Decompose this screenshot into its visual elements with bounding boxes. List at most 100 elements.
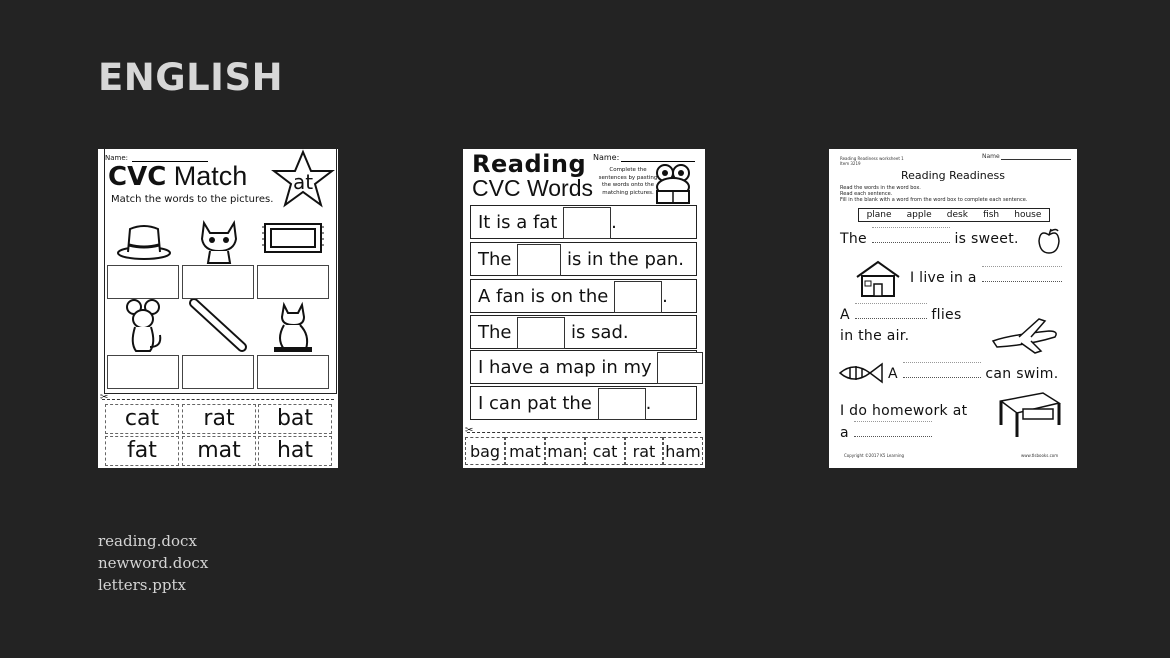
sentence-text: I have a map in my: [478, 357, 652, 378]
sentence-text: .: [611, 212, 617, 233]
cut-line: [467, 432, 701, 433]
answer-box[interactable]: [107, 355, 179, 389]
rat-picture-icon: [563, 207, 612, 239]
house-icon: [856, 260, 900, 297]
word-card[interactable]: fat: [105, 436, 179, 466]
file-list: reading.docx newword.docx letters.pptx: [98, 530, 208, 596]
desk-icon: [999, 392, 1061, 437]
sentence-3: A flies: [840, 303, 962, 323]
answer-box[interactable]: [182, 265, 254, 299]
sentence-2: I live in a: [910, 266, 1062, 286]
blank-line: [981, 266, 1062, 282]
sentence-text: The: [478, 249, 512, 270]
hat-icon: [117, 225, 171, 260]
instructions: Read the words in the word box. Read eac…: [840, 185, 1027, 203]
sentence-text: The: [840, 231, 867, 247]
blank-line: [854, 303, 927, 319]
sentence-5: I do homework at: [840, 403, 968, 419]
word-card[interactable]: bag: [465, 437, 505, 465]
worksheet-title: Reading Readiness: [900, 169, 1006, 182]
worksheet-reading-cvc-words-image[interactable]: Reading CVC Words Name: Complete the sen…: [463, 149, 705, 468]
word-bank: plane apple desk fish house: [858, 208, 1050, 222]
sentence-text: I live in a: [910, 270, 977, 286]
bag-picture-icon: [657, 352, 704, 384]
sentence-text: A: [888, 366, 898, 382]
rat-icon: [126, 299, 162, 352]
name-line: [1001, 159, 1071, 160]
airplane-icon: [991, 318, 1057, 354]
sentence-text: flies: [931, 307, 962, 323]
worksheet-cvc-match-image[interactable]: Name: CVC Match at Match the words to th…: [98, 149, 338, 468]
bat-icon: [189, 299, 247, 352]
sentence-text: .: [703, 357, 705, 378]
word-bank-item: house: [1014, 210, 1042, 220]
name-label: Name:: [593, 153, 620, 162]
instructions: Complete the sentences by pasting the wo…: [598, 167, 658, 196]
word-card[interactable]: ham: [663, 437, 703, 465]
file-link-letters[interactable]: letters.pptx: [98, 574, 208, 596]
sentence-text: .: [662, 286, 668, 307]
sentence-5-line-2: a: [840, 421, 932, 441]
sentence-row: I have a map in my .: [470, 350, 705, 384]
scissors-icon: ✂: [465, 425, 474, 436]
sentence-row: I can pat the .: [470, 386, 697, 420]
sentence-text: A fan is on the: [478, 286, 609, 307]
sentence-text: The: [478, 322, 512, 343]
word-bank-item: desk: [946, 210, 968, 220]
scissors-icon: ✂: [100, 392, 109, 403]
man-picture-icon: [517, 317, 566, 349]
sentence-text: can swim.: [985, 366, 1059, 382]
sentence-text: A: [840, 307, 850, 323]
footer-left: Copyright ©2017 K5 Learning: [844, 453, 905, 458]
sentence-1: The is sweet.: [840, 227, 1019, 247]
sentence-text: I can pat the: [478, 393, 592, 414]
word-bank-item: apple: [906, 210, 932, 220]
blank-line: [871, 227, 950, 243]
word-card[interactable]: bat: [258, 404, 332, 434]
sentence-row: The is sad.: [470, 315, 697, 349]
worksheet-title: Reading: [472, 150, 587, 178]
word-card[interactable]: mat: [505, 437, 545, 465]
word-bank-item: plane: [866, 210, 892, 220]
worksheet-reading-readiness-image[interactable]: Reading Readiness worksheet 1 Item 3219 …: [829, 149, 1077, 468]
sentence-row: A fan is on the .: [470, 279, 697, 313]
word-bank-item: fish: [983, 210, 1000, 220]
word-card[interactable]: rat: [625, 437, 663, 465]
word-card[interactable]: mat: [182, 436, 256, 466]
sentence-text: is sweet.: [954, 231, 1019, 247]
cat-on-mat-icon: [274, 301, 312, 352]
sentence-3-line-2: in the air.: [840, 328, 910, 344]
file-link-reading[interactable]: reading.docx: [98, 530, 208, 552]
word-card[interactable]: rat: [182, 404, 256, 434]
apple-icon: [1038, 228, 1060, 254]
sentence-text: a: [840, 425, 849, 441]
cat-icon: [200, 220, 238, 264]
name-line: [621, 161, 695, 162]
sentence-row: The is in the pan.: [470, 242, 697, 276]
frog-reading-icon: [656, 164, 690, 204]
cat-picture-icon: [597, 388, 646, 420]
sentence-row: It is a fat .: [470, 205, 697, 239]
word-card[interactable]: hat: [258, 436, 332, 466]
instruction-line: Fill in the blank with a word from the w…: [840, 197, 1028, 203]
sentence-text: .: [645, 393, 652, 414]
blank-line: [902, 362, 981, 378]
answer-box[interactable]: [257, 265, 329, 299]
sentence-4: A can swim.: [888, 362, 1059, 382]
sentence-text: It is a fat: [478, 212, 558, 233]
header-left-2: Item 3219: [840, 161, 861, 166]
blank-line: [853, 421, 932, 437]
answer-box[interactable]: [107, 265, 179, 299]
slide-title: ENGLISH: [98, 56, 284, 99]
file-link-newword[interactable]: newword.docx: [98, 552, 208, 574]
footer-right: www.tlsbooks.com: [1021, 453, 1059, 458]
word-card[interactable]: man: [545, 437, 585, 465]
word-card[interactable]: cat: [585, 437, 625, 465]
answer-box[interactable]: [257, 355, 329, 389]
answer-box[interactable]: [182, 355, 254, 389]
mat-picture-icon: [614, 281, 663, 313]
worksheet-subtitle: CVC Words: [472, 175, 593, 201]
cut-line: [102, 399, 334, 400]
sentence-text: is sad.: [570, 322, 629, 343]
word-card[interactable]: cat: [105, 404, 179, 434]
